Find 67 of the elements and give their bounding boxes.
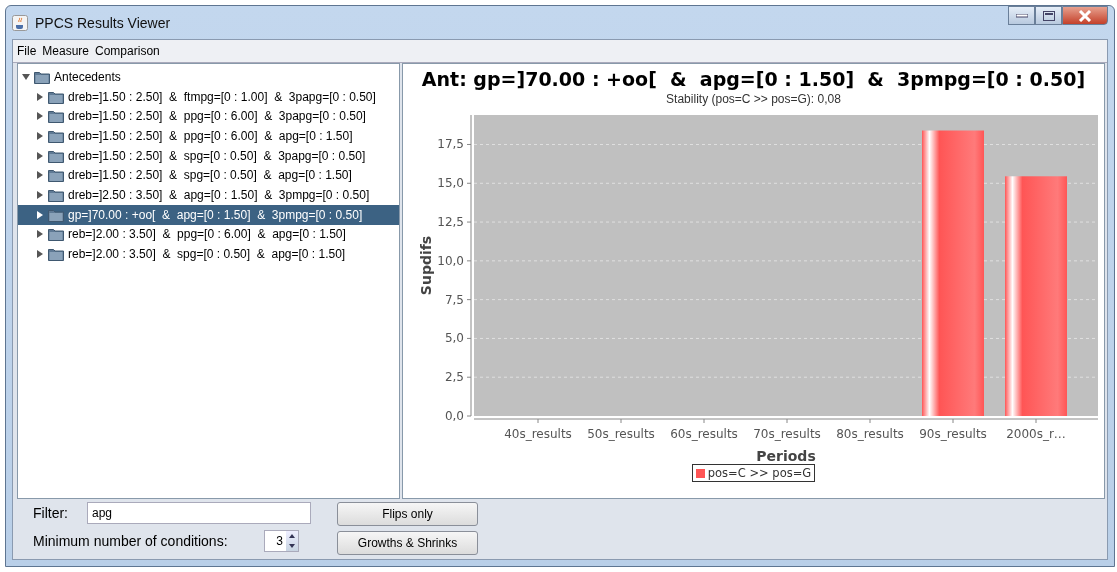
tree-item[interactable]: dreb=]1.50 : 2.50] & ppg=[0 : 6.00] & apg=[0 : 1.50] — [18, 126, 399, 146]
y-tick-label: 17,5 — [436, 137, 464, 152]
tree-item[interactable]: dreb=]1.50 : 2.50] & ppg=[0 : 6.00] & 3papg=[0 : 0.50] — [18, 106, 399, 127]
menu-item[interactable]: Comparison — [95, 44, 160, 58]
minimize-icon — [1015, 13, 1028, 18]
x-tick-label: 80s_results — [835, 427, 904, 441]
folder-icon — [48, 109, 64, 124]
tree-item[interactable]: reb=]2.00 : 3.50] & spg=[0 : 0.50] & apg=[0 : 1.50] — [18, 244, 399, 264]
tree-item[interactable]: dreb=]2.50 : 3.50] & apg=[0 : 1.50] & 3pmpg=[0 : 0.50] — [18, 185, 399, 205]
y-tick-label: 12,5 — [436, 215, 464, 230]
collapsed-arrow-icon[interactable] — [36, 151, 44, 160]
folder-icon — [48, 187, 64, 202]
x-tick-label: 60s_results — [669, 427, 738, 441]
filter-button[interactable]: Growths & Shrinks — [337, 531, 478, 555]
min-conditions-label: Minimum number of conditions: — [33, 533, 229, 549]
collapsed-arrow-icon[interactable] — [36, 230, 44, 239]
folder-icon — [48, 148, 64, 163]
collapsed-arrow-icon[interactable] — [36, 131, 44, 140]
collapsed-arrow-icon[interactable] — [36, 92, 44, 101]
folder-icon — [48, 207, 64, 222]
tree-item[interactable]: dreb=]1.50 : 2.50] & ftmpg=[0 : 1.00] & 3papg=[0 : 0.50] — [18, 86, 399, 107]
collapsed-arrow-icon[interactable] — [36, 210, 44, 219]
y-tick-label: 7,5 — [444, 292, 464, 307]
filter-button[interactable]: Flips only — [337, 502, 478, 526]
legend-label: pos=C >> pos=G — [707, 466, 812, 480]
collapsed-arrow-icon[interactable] — [36, 112, 44, 121]
y-tick-label: 10,0 — [436, 253, 464, 268]
minimize-button[interactable] — [1008, 6, 1035, 25]
x-axis-title: Periods — [755, 448, 816, 464]
menu-item[interactable]: Measure — [42, 44, 90, 58]
collapsed-arrow-icon[interactable] — [36, 171, 44, 180]
y-tick-label: 15,0 — [436, 176, 464, 191]
folder-icon — [34, 69, 50, 84]
conditions-spinner[interactable]: 3 — [264, 530, 299, 552]
filter-field[interactable]: apg — [87, 502, 311, 524]
folder-icon — [48, 227, 64, 242]
window-title: PPCS Results Viewer — [35, 14, 171, 31]
tree-item[interactable]: dreb=]1.50 : 2.50] & spg=[0 : 0.50] & 3papg=[0 : 0.50] — [18, 145, 399, 166]
folder-icon — [48, 128, 64, 143]
tree-item[interactable]: dreb=]1.50 : 2.50] & spg=[0 : 0.50] & apg=[0 : 1.50] — [18, 165, 399, 186]
maximize-icon — [1042, 10, 1055, 21]
x-tick-label: 90s_results — [918, 427, 987, 441]
chart-title: Ant: gp=]70.00 : +oo[ & apg=[0 : 1.50] & 3pmpg=[0 : 0.50] — [421, 68, 1086, 90]
x-tick-label: 2000s_r… — [1005, 427, 1066, 441]
filter-label: Filter: — [33, 505, 69, 521]
folder-icon — [48, 247, 64, 262]
java-cup-icon — [12, 14, 28, 31]
folder-icon — [48, 89, 64, 104]
folder-icon — [48, 168, 64, 183]
tree-item[interactable]: gp=]70.00 : +oo[ & apg=[0 : 1.50] & 3pmpg=[0 : 0.50] — [18, 204, 399, 225]
collapsed-arrow-icon[interactable] — [36, 190, 44, 199]
y-axis-title: Supdifs — [417, 235, 434, 296]
close-icon — [1078, 9, 1092, 22]
tree-item[interactable]: Antecedents — [18, 67, 399, 87]
y-tick-label: 5,0 — [444, 331, 464, 346]
chart-subtitle: Stability (pos=C >> pos=G): 0,08 — [666, 92, 841, 106]
y-tick-label: 0,0 — [444, 409, 464, 423]
x-tick-label: 50s_results — [586, 427, 655, 441]
close-button[interactable] — [1062, 6, 1108, 25]
x-tick-label: 70s_results — [752, 427, 821, 441]
expanded-arrow-icon[interactable] — [22, 72, 30, 81]
collapsed-arrow-icon[interactable] — [36, 250, 44, 259]
tree-item[interactable]: reb=]2.00 : 3.50] & ppg=[0 : 6.00] & apg=[0 : 1.50] — [18, 224, 399, 245]
x-tick-label: 40s_results — [503, 427, 572, 441]
maximize-button[interactable] — [1035, 6, 1062, 25]
menu-item[interactable]: File — [17, 44, 37, 58]
y-tick-label: 2,5 — [444, 370, 464, 385]
